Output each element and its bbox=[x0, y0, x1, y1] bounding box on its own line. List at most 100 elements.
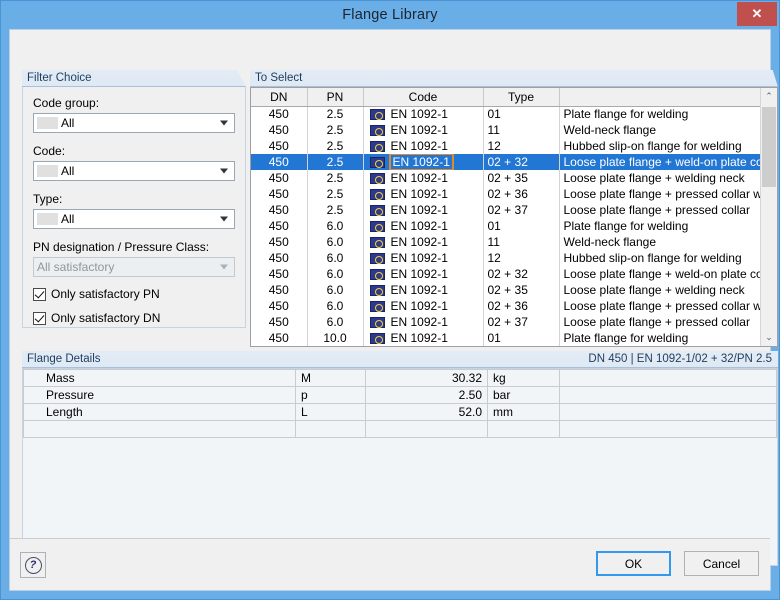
cell-dn: 450 bbox=[251, 138, 308, 154]
cell-code-text: EN 1092-1 bbox=[390, 235, 448, 249]
table-row[interactable]: 450 6.0 EN 1092-1 01 Plate flange for weldin… bbox=[251, 218, 760, 234]
scrollbar-thumb[interactable] bbox=[762, 107, 776, 187]
cell-description: Plate flange for welding bbox=[563, 107, 689, 122]
cell-description: Plate flange for welding bbox=[563, 331, 689, 345]
eu-flag-icon bbox=[369, 140, 385, 152]
cell-dn: 450 bbox=[251, 106, 308, 122]
cell-pn: 2.5 bbox=[307, 122, 364, 138]
only-satisfactory-pn-checkbox-row[interactable]: Only satisfactory PN bbox=[33, 287, 235, 301]
cell-code: EN 1092-1 bbox=[363, 170, 484, 186]
code-group-select[interactable]: All bbox=[33, 113, 235, 133]
cell-dn: 450 bbox=[251, 186, 308, 202]
eu-flag-icon bbox=[369, 316, 385, 328]
column-header-type[interactable]: Type bbox=[483, 88, 560, 107]
table-row[interactable]: 450 2.5 EN 1092-1 11 Weld-neck flange bbox=[251, 122, 760, 138]
column-header-code[interactable]: Code bbox=[363, 88, 484, 107]
help-button[interactable]: ? bbox=[20, 552, 46, 578]
column-header-dn[interactable]: DN bbox=[251, 88, 308, 107]
pn-class-label: PN designation / Pressure Class: bbox=[33, 240, 210, 254]
cell-pn: 10.0 bbox=[307, 330, 364, 346]
column-header-description[interactable] bbox=[559, 88, 760, 107]
details-row: Length L 52.0 mm bbox=[23, 403, 777, 421]
only-satisfactory-dn-checkbox-row[interactable]: Only satisfactory DN bbox=[33, 311, 235, 325]
eu-flag-icon bbox=[369, 124, 385, 136]
type-select[interactable]: All bbox=[33, 209, 235, 229]
cell-code-text: EN 1092-1 bbox=[390, 219, 448, 233]
cell-pn: 6.0 bbox=[307, 250, 364, 266]
cell-description: Loose plate flange + pressed collar with… bbox=[563, 187, 761, 201]
table-row[interactable]: 450 6.0 EN 1092-1 02 + 36 Loose plate flange… bbox=[251, 298, 760, 314]
eu-flag-icon bbox=[369, 188, 385, 200]
details-spare bbox=[559, 369, 777, 387]
cell-type: 11 bbox=[483, 234, 560, 250]
code-group-label: Code group: bbox=[33, 96, 100, 110]
color-swatch-icon bbox=[37, 117, 58, 129]
table-row[interactable]: 450 6.0 EN 1092-1 02 + 35 Loose plate flange… bbox=[251, 282, 760, 298]
table-row[interactable]: 450 2.5 EN 1092-1 02 + 37 Loose plate flange… bbox=[251, 202, 760, 218]
cell-code: EN 1092-1 bbox=[363, 266, 484, 282]
details-name: Length bbox=[23, 403, 296, 421]
filter-choice-group: Filter Choice Code group: All Code: All bbox=[22, 70, 246, 328]
cell-dn: 450 bbox=[251, 298, 308, 314]
table-row[interactable]: 450 2.5 EN 1092-1 02 + 35 Loose plate flange… bbox=[251, 170, 760, 186]
cell-description: Loose plate flange + pressed collar with… bbox=[563, 299, 761, 313]
code-value: All bbox=[61, 164, 75, 178]
cell-type: 01 bbox=[483, 106, 560, 122]
details-row: Mass M 30.32 kg bbox=[23, 369, 777, 387]
type-value: All bbox=[61, 212, 75, 226]
only-satisfactory-dn-label: Only satisfactory DN bbox=[51, 311, 161, 325]
table-row[interactable]: 450 2.5 EN 1092-1 02 + 32 Loose plate flange… bbox=[251, 154, 760, 170]
only-satisfactory-pn-checkbox[interactable] bbox=[33, 287, 46, 301]
ok-button[interactable]: OK bbox=[596, 551, 671, 576]
cell-description: Weld-neck flange bbox=[563, 123, 657, 137]
table-row[interactable]: 450 10.0 EN 1092-1 01 Plate flange for weldi… bbox=[251, 330, 760, 346]
table-vertical-scrollbar[interactable]: ⌃ ⌄ bbox=[760, 88, 777, 346]
dialog-footer: ? OK Cancel bbox=[10, 538, 770, 590]
cell-pn: 2.5 bbox=[307, 138, 364, 154]
cell-code-text: EN 1092-1 bbox=[390, 331, 448, 345]
scroll-up-icon[interactable]: ⌃ bbox=[761, 88, 777, 105]
scroll-down-icon[interactable]: ⌄ bbox=[761, 329, 777, 346]
table-row[interactable]: 450 2.5 EN 1092-1 01 Plate flange for weldin… bbox=[251, 106, 760, 122]
cell-pn: 6.0 bbox=[307, 314, 364, 330]
only-satisfactory-dn-checkbox[interactable] bbox=[33, 311, 46, 325]
cell-dn: 450 bbox=[251, 154, 308, 170]
table-row[interactable]: 450 6.0 EN 1092-1 11 Weld-neck flange bbox=[251, 234, 760, 250]
details-empty-cell bbox=[365, 420, 488, 438]
cell-dn: 450 bbox=[251, 250, 308, 266]
cell-type: 01 bbox=[483, 330, 560, 346]
cell-code: EN 1092-1 bbox=[363, 154, 484, 170]
cell-type: 02 + 37 bbox=[483, 314, 560, 330]
table-row[interactable]: 450 2.5 EN 1092-1 02 + 36 Loose plate flange… bbox=[251, 186, 760, 202]
details-row-empty bbox=[23, 420, 777, 438]
column-header-pn[interactable]: PN bbox=[307, 88, 364, 107]
details-name: Mass bbox=[23, 369, 296, 387]
cell-pn: 6.0 bbox=[307, 298, 364, 314]
cell-description: Loose plate flange + welding neck bbox=[563, 171, 745, 185]
cell-description: Loose plate flange + weld-on plate colla… bbox=[559, 154, 760, 170]
eu-flag-icon bbox=[369, 268, 385, 280]
details-empty-cell bbox=[487, 420, 560, 438]
cell-description: Loose plate flange + weld-on plate colla… bbox=[563, 267, 761, 281]
chevron-down-icon bbox=[220, 264, 228, 270]
table-row[interactable]: 450 2.5 EN 1092-1 12 Hubbed slip-on flange f… bbox=[251, 138, 760, 154]
table-row[interactable]: 450 6.0 EN 1092-1 02 + 37 Loose plate flange… bbox=[251, 314, 760, 330]
cancel-button[interactable]: Cancel bbox=[684, 551, 759, 576]
cell-pn: 2.5 bbox=[307, 202, 364, 218]
table-row[interactable]: 450 6.0 EN 1092-1 12 Hubbed slip-on flange f… bbox=[251, 250, 760, 266]
cell-code: EN 1092-1 bbox=[363, 122, 484, 138]
cell-dn: 450 bbox=[251, 122, 308, 138]
pn-class-select[interactable]: All satisfactory bbox=[33, 257, 235, 277]
cell-code-text: EN 1092-1 bbox=[390, 123, 448, 137]
cell-code-text: EN 1092-1 bbox=[390, 187, 448, 201]
code-select[interactable]: All bbox=[33, 161, 235, 181]
flange-table[interactable]: DN PN Code Type 450 2.5 EN 1092-1 01 Plate f… bbox=[251, 88, 760, 346]
table-header-row: DN PN Code Type bbox=[251, 88, 760, 107]
flange-library-dialog: Flange Library ✕ Filter Choice Code grou… bbox=[0, 0, 780, 600]
cell-code-text: EN 1092-1 bbox=[390, 267, 448, 281]
eu-flag-icon bbox=[369, 156, 385, 168]
table-row[interactable]: 450 6.0 EN 1092-1 02 + 32 Loose plate flange… bbox=[251, 266, 760, 282]
close-icon[interactable]: ✕ bbox=[737, 2, 777, 26]
cell-pn: 2.5 bbox=[307, 154, 364, 170]
to-select-group: To Select DN PN Code Type 450 2.5 EN 109… bbox=[250, 70, 778, 347]
